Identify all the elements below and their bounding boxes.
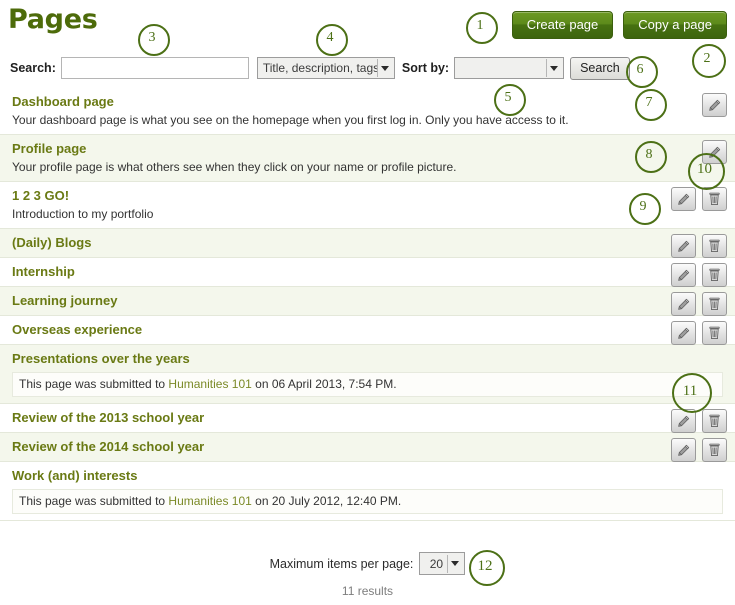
row-action-buttons xyxy=(671,187,727,211)
items-per-page-select[interactable]: 20 xyxy=(419,552,465,575)
page-list-row: Review of the 2013 school year xyxy=(0,404,735,433)
create-page-button[interactable]: Create page xyxy=(512,11,614,39)
delete-page-button[interactable] xyxy=(702,321,727,345)
row-action-buttons xyxy=(671,409,727,433)
pencil-icon xyxy=(677,269,690,282)
row-action-buttons xyxy=(702,140,727,164)
page-title-link[interactable]: Learning journey xyxy=(12,293,117,309)
edit-page-button[interactable] xyxy=(671,263,696,287)
edit-page-button[interactable] xyxy=(671,321,696,345)
pencil-icon xyxy=(708,99,721,112)
delete-page-button[interactable] xyxy=(702,438,727,462)
list-footer: Maximum items per page: 20 11 results xyxy=(0,552,735,598)
trash-icon xyxy=(708,297,721,311)
header-action-buttons: Create page Copy a page xyxy=(512,11,727,39)
chevron-down-icon xyxy=(546,59,561,77)
sortby-label: Sort by: xyxy=(402,61,449,75)
page-list-row: Profile page Your profile page is what ot… xyxy=(0,135,735,182)
page-title-link[interactable]: Work (and) interests xyxy=(12,468,137,484)
pencil-icon xyxy=(677,240,690,253)
page-list-row: Learning journey xyxy=(0,287,735,316)
search-button[interactable]: Search xyxy=(570,57,630,80)
items-per-page-control: Maximum items per page: 20 xyxy=(270,552,466,575)
delete-page-button[interactable] xyxy=(702,292,727,316)
chevron-down-icon xyxy=(447,555,462,573)
search-label: Search: xyxy=(10,61,56,75)
submitted-group-link[interactable]: Humanities 101 xyxy=(168,377,251,391)
trash-icon xyxy=(708,192,721,206)
row-action-buttons xyxy=(671,263,727,287)
page-list-row: Dashboard page Your dashboard page is wha… xyxy=(0,88,735,135)
items-per-page-label: Maximum items per page: xyxy=(270,557,414,571)
page-title-link[interactable]: Overseas experience xyxy=(12,322,142,338)
edit-page-button[interactable] xyxy=(671,292,696,316)
pencil-icon xyxy=(677,193,690,206)
search-input[interactable] xyxy=(61,57,249,79)
submitted-note: This page was submitted to Humanities 10… xyxy=(12,489,723,514)
pencil-icon xyxy=(708,146,721,159)
chevron-down-icon xyxy=(377,59,392,77)
delete-page-button[interactable] xyxy=(702,263,727,287)
trash-icon xyxy=(708,326,721,340)
row-action-buttons xyxy=(671,438,727,462)
row-action-buttons xyxy=(671,234,727,258)
edit-page-button[interactable] xyxy=(702,93,727,117)
pencil-icon xyxy=(677,298,690,311)
page-description: Your dashboard page is what you see on t… xyxy=(12,113,735,128)
page-title: Pages xyxy=(8,4,98,35)
row-action-buttons xyxy=(702,93,727,117)
trash-icon xyxy=(708,443,721,457)
delete-page-button[interactable] xyxy=(702,409,727,433)
page-list-row: 1 2 3 GO! Introduction to my portfolio xyxy=(0,182,735,229)
submitted-group-link[interactable]: Humanities 101 xyxy=(168,494,251,508)
search-field-select[interactable]: Title, description, tags xyxy=(257,57,395,79)
page-title-link[interactable]: 1 2 3 GO! xyxy=(12,188,69,204)
page-list-row: Internship xyxy=(0,258,735,287)
page-title-link[interactable]: (Daily) Blogs xyxy=(12,235,91,251)
trash-icon xyxy=(708,414,721,428)
copy-a-page-button[interactable]: Copy a page xyxy=(623,11,727,39)
items-per-page-value: 20 xyxy=(425,557,447,571)
edit-page-button[interactable] xyxy=(671,438,696,462)
page-list-row: (Daily) Blogs xyxy=(0,229,735,258)
search-field-select-value: Title, description, tags xyxy=(263,61,377,75)
page-title-link[interactable]: Internship xyxy=(12,264,75,280)
pages-list: Dashboard page Your dashboard page is wha… xyxy=(0,88,735,521)
results-count: 11 results xyxy=(0,584,735,598)
page-list-row: Overseas experience xyxy=(0,316,735,345)
pencil-icon xyxy=(677,327,690,340)
edit-page-button[interactable] xyxy=(671,234,696,258)
trash-icon xyxy=(708,268,721,282)
row-action-buttons xyxy=(671,292,727,316)
sortby-select[interactable] xyxy=(454,57,564,79)
delete-page-button[interactable] xyxy=(702,187,727,211)
page-list-row: Presentations over the years This page wa… xyxy=(0,345,735,404)
page-title-link[interactable]: Dashboard page xyxy=(12,94,114,110)
edit-page-button[interactable] xyxy=(671,409,696,433)
page-title-link[interactable]: Review of the 2014 school year xyxy=(12,439,204,455)
page-title-link[interactable]: Review of the 2013 school year xyxy=(12,410,204,426)
search-bar: Search: Title, description, tags Sort by… xyxy=(0,52,735,84)
pencil-icon xyxy=(677,415,690,428)
edit-page-button[interactable] xyxy=(702,140,727,164)
page-list-row: Review of the 2014 school year xyxy=(0,433,735,462)
pencil-icon xyxy=(677,444,690,457)
page-list-row: Work (and) interests This page was submit… xyxy=(0,462,735,521)
trash-icon xyxy=(708,239,721,253)
page-title-link[interactable]: Presentations over the years xyxy=(12,351,190,367)
page-description: Your profile page is what others see whe… xyxy=(12,160,735,175)
edit-page-button[interactable] xyxy=(671,187,696,211)
row-action-buttons xyxy=(671,321,727,345)
delete-page-button[interactable] xyxy=(702,234,727,258)
submitted-note: This page was submitted to Humanities 10… xyxy=(12,372,723,397)
page-title-link[interactable]: Profile page xyxy=(12,141,86,157)
page-description: Introduction to my portfolio xyxy=(12,207,735,222)
page-header: Pages Create page Copy a page xyxy=(0,0,735,46)
